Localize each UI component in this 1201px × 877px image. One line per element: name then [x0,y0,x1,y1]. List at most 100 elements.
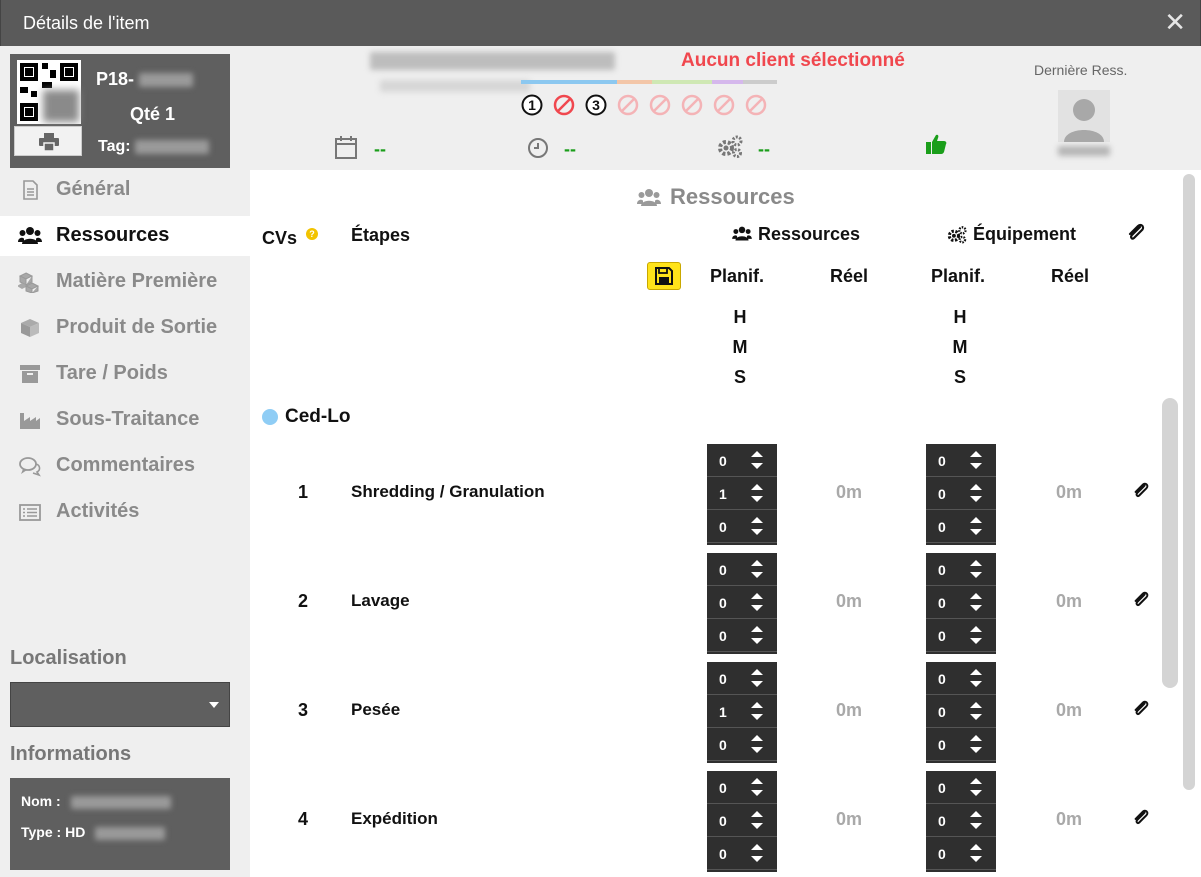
up-down-arrows-icon[interactable] [970,778,982,798]
redacted-code [139,73,194,88]
users-icon [732,226,752,241]
table-scrollbar[interactable] [1162,398,1178,688]
minutes-stepper[interactable]: 0 [926,695,996,728]
column-equipment: Équipement [946,224,1076,245]
floppy-disk-icon [655,267,673,285]
hours-stepper[interactable]: 0 [926,553,996,586]
hours-stepper[interactable]: 0 [926,662,996,695]
redacted-name [70,795,171,809]
resources-planned-stepper-group: 010 [707,662,777,763]
up-down-arrows-icon[interactable] [970,702,982,722]
minutes-stepper[interactable]: 0 [926,804,996,837]
location-select[interactable] [10,682,230,727]
hours-stepper[interactable]: 0 [707,662,777,695]
seconds-stepper[interactable]: 0 [926,619,996,652]
hours-stepper[interactable]: 0 [707,771,777,804]
caret-down-icon [209,702,219,708]
step-number: 3 [298,700,309,720]
up-down-arrows-icon[interactable] [970,593,982,613]
up-down-arrows-icon[interactable] [751,560,763,580]
paperclip-icon[interactable] [1132,807,1150,829]
step-blocked-icon [745,94,767,116]
up-down-arrows-icon[interactable] [970,484,982,504]
resources-real-value: 0m [836,700,863,720]
hours-stepper[interactable]: 0 [926,444,996,477]
up-down-arrows-icon[interactable] [751,811,763,831]
sidebar-item-matiere-premiere[interactable]: Matière Première [0,262,250,302]
paperclip-icon[interactable] [1132,698,1150,720]
users-icon [637,189,661,206]
sidebar-item-tare-poids[interactable]: Tare / Poids [0,354,250,394]
step-number: 1 [528,97,536,113]
sidebar-item-produit-de-sortie[interactable]: Produit de Sortie [0,308,250,348]
up-down-arrows-icon[interactable] [751,451,763,471]
minutes-stepper[interactable]: 1 [707,477,777,510]
up-down-arrows-icon[interactable] [751,517,763,537]
seconds-stepper[interactable]: 0 [707,619,777,652]
sidebar-item-commentaires[interactable]: Commentaires [0,446,250,486]
up-down-arrows-icon[interactable] [970,560,982,580]
step-name: Expédition [351,809,438,828]
minutes-stepper[interactable]: 0 [926,586,996,619]
up-down-arrows-icon[interactable] [970,735,982,755]
equipment-unit-hours: H [953,307,967,327]
step-blocked-icon [713,94,735,116]
avatar [1058,90,1110,142]
sidebar-item-general[interactable]: Général [0,170,250,210]
minutes-stepper[interactable]: 0 [707,586,777,619]
up-down-arrows-icon[interactable] [970,669,982,689]
panel-scrollbar[interactable] [1181,170,1201,877]
minutes-stepper[interactable]: 0 [707,804,777,837]
up-down-arrows-icon[interactable] [751,735,763,755]
paperclip-icon[interactable] [1132,480,1150,502]
seconds-stepper[interactable]: 0 [926,728,996,761]
seconds-stepper[interactable]: 0 [926,837,996,870]
minutes-stepper[interactable]: 1 [707,695,777,728]
up-down-arrows-icon[interactable] [751,593,763,613]
up-down-arrows-icon[interactable] [751,626,763,646]
print-button[interactable] [14,126,82,156]
minutes-stepper[interactable]: 0 [926,477,996,510]
save-button[interactable] [647,262,681,290]
hours-stepper[interactable]: 0 [707,553,777,586]
up-down-arrows-icon[interactable] [970,626,982,646]
cube-icon [21,319,39,337]
resources-real-header: Réel [830,266,869,286]
close-icon[interactable]: ✕ [1164,8,1186,36]
up-down-arrows-icon[interactable] [751,844,763,864]
up-down-arrows-icon[interactable] [970,517,982,537]
resources-planned-stepper-group: 000 [707,553,777,654]
scrollbar-thumb[interactable] [1183,174,1195,790]
table-row: 2 Lavage 0 0 0 0m 0 0 0 0m [250,553,1201,662]
industry-icon [20,413,40,429]
up-down-arrows-icon[interactable] [970,451,982,471]
hours-stepper[interactable]: 0 [926,771,996,804]
equipment-real-value: 0m [1056,482,1083,502]
up-down-arrows-icon[interactable] [970,811,982,831]
progress-bar [521,80,777,84]
up-down-arrows-icon[interactable] [970,844,982,864]
up-down-arrows-icon[interactable] [751,484,763,504]
sidebar-item-sous-traitance[interactable]: Sous-Traitance [0,400,250,440]
paperclip-icon[interactable] [1132,589,1150,611]
hours-stepper[interactable]: 0 [707,444,777,477]
item-code: P18- [96,69,194,90]
seconds-stepper[interactable]: 0 [707,510,777,543]
seconds-stepper[interactable]: 0 [926,510,996,543]
item-header: Aucun client sélectionné 1 3 -- -- -- Der… [250,46,1201,170]
resources-real-value: 0m [836,591,863,611]
seconds-stepper[interactable]: 0 [707,837,777,870]
up-down-arrows-icon[interactable] [751,702,763,722]
up-down-arrows-icon[interactable] [751,778,763,798]
sidebar-item-ressources[interactable]: Ressources [0,216,250,256]
section-title: Ressources [636,184,795,210]
sidebar-item-activites[interactable]: Activités [0,492,250,532]
step-number-icon: 3 [585,94,607,116]
resources-real-value: 0m [836,482,863,502]
help-icon[interactable]: ? [306,228,319,240]
equipment-unit-seconds: S [953,367,966,387]
redacted-type [95,826,166,840]
equipment-planned-stepper-group: 000 [926,662,996,763]
up-down-arrows-icon[interactable] [751,669,763,689]
seconds-stepper[interactable]: 0 [707,728,777,761]
